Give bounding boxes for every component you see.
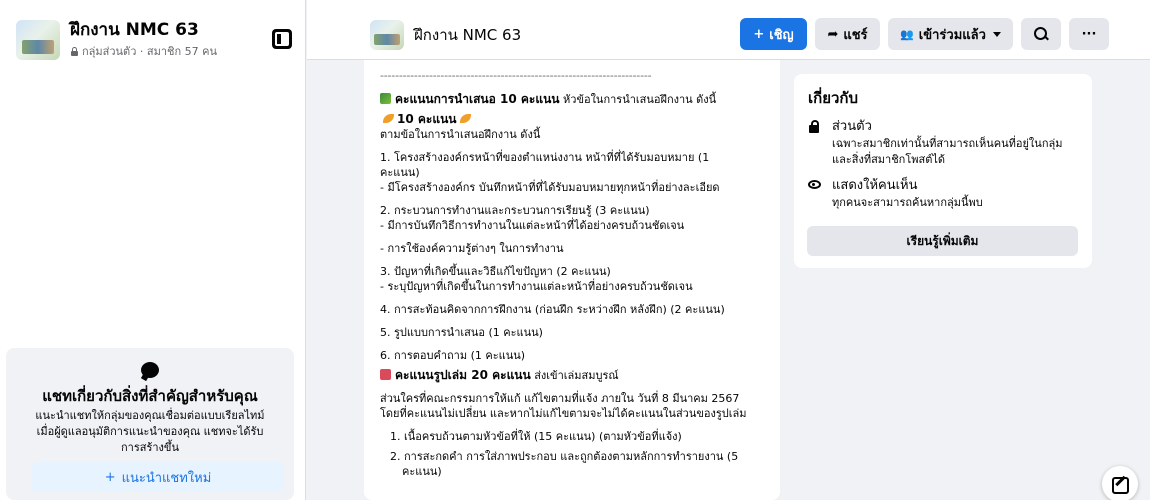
- post-text-line: โดยที่คะแนนไม่เปลี่ยน และหากไม่แก้ไขตามจ…: [380, 407, 747, 420]
- more-options-button[interactable]: ···: [1069, 18, 1109, 50]
- presentation-score-heading: คะแนนการนำเสนอ 10 คะแนน หัวข้อในการนำเสน…: [380, 92, 766, 107]
- report-score-bold: คะแนนรูปเล่ม 20 คะแนน: [395, 368, 531, 382]
- sidebar-group-meta-row: กลุ่มส่วนตัว · สมาชิก 57 คน: [70, 42, 296, 60]
- share-icon: ➦: [827, 26, 839, 42]
- ten-points-bold: 10 คะแนน: [397, 112, 457, 126]
- post-text-line: 1. โครงสร้างองค์กรหน้าที่ของตำแหน่งงาน ห…: [380, 151, 710, 164]
- presentation-score-bold: คะแนนการนำเสนอ 10 คะแนน: [395, 92, 560, 106]
- collapse-sidebar-icon[interactable]: [272, 29, 292, 49]
- post-text-line: 2. กระบวนการทำงานและกระบวนการเรียนรู้ (3…: [380, 204, 650, 217]
- search-icon: [1034, 27, 1048, 41]
- sidebar-group-meta: กลุ่มส่วนตัว · สมาชิก 57 คน: [82, 45, 218, 58]
- group-top-bar: ฝึกงาน NMC 63 + เชิญ ➦ แชร์ 👥 เข้าร่วมแล…: [307, 0, 1150, 60]
- joined-label: เข้าร่วมแล้ว: [918, 27, 986, 43]
- joined-button[interactable]: 👥 เข้าร่วมแล้ว: [888, 18, 1013, 50]
- topbar-actions: + เชิญ ➦ แชร์ 👥 เข้าร่วมแล้ว ···: [740, 18, 1109, 50]
- leaf-emoji-icon: [459, 114, 471, 123]
- ten-points-line: 10 คะแนน: [380, 112, 766, 127]
- eye-icon: [808, 180, 821, 189]
- about-private-title: ส่วนตัว: [832, 119, 872, 134]
- invite-button[interactable]: + เชิญ: [740, 18, 807, 50]
- leaf-emoji-icon: [383, 114, 394, 123]
- post-text-line: 1. เนื้อครบถ้วนตามหัวข้อที่ให้ (15 คะแนน…: [390, 430, 682, 443]
- post-text-line: 5. รูปแบบการนำเสนอ (1 คะแนน): [380, 326, 543, 339]
- about-card: เกี่ยวกับ ส่วนตัว เฉพาะสมาชิกเท่านั้นที่…: [794, 74, 1092, 268]
- more-icon: ···: [1081, 26, 1097, 42]
- about-visible-desc: ทุกคนจะสามารถค้นหากลุ่มนี้พบ: [832, 196, 983, 209]
- sidebar-group-header[interactable]: ฝึกงาน NMC 63 กลุ่มส่วนตัว · สมาชิก 57 ค…: [16, 18, 296, 62]
- left-sidebar: ฝึกงาน NMC 63 กลุ่มส่วนตัว · สมาชิก 57 ค…: [0, 0, 306, 500]
- red-book-emoji-icon: [380, 369, 391, 380]
- chat-promo-box: แชทเกี่ยวกับสิ่งที่สำคัญสำหรับคุณ แนะนำแ…: [6, 348, 294, 500]
- presentation-score-rest: หัวข้อในการนำเสนอฝึกงาน ดังนี้: [559, 93, 717, 106]
- post-text-line: คะแนน): [402, 465, 442, 478]
- group-thumbnail[interactable]: [16, 20, 60, 60]
- new-message-compose-icon[interactable]: [1102, 466, 1138, 500]
- report-score-rest: ส่งเข้าเล่มสมบูรณ์: [530, 369, 619, 382]
- post-text-line: - มีการบันทึกวิธีการทำงานในแต่ละหน้าที่ไ…: [380, 219, 685, 232]
- chevron-down-icon: [992, 31, 1001, 37]
- chat-promo-desc: แนะนำแชทให้กลุ่มของคุณเชื่อมต่อแบบเรียลไ…: [6, 406, 294, 456]
- share-label: แชร์: [843, 27, 868, 43]
- post-text-line: 2. การสะกดคำ การใส่ภาพประกอบ และถูกต้องต…: [390, 450, 739, 463]
- post-text-line: 6. การตอบคำถาม (1 คะแนน): [380, 349, 526, 362]
- about-private-desc: เฉพาะสมาชิกเท่านั้นที่สามารถเห็นคนที่อยู…: [832, 137, 1063, 150]
- chat-bubble-icon: [141, 362, 159, 378]
- search-button[interactable]: [1021, 18, 1061, 50]
- sidebar-group-titles: ฝึกงาน NMC 63 กลุ่มส่วนตัว · สมาชิก 57 ค…: [70, 20, 296, 60]
- plus-icon: +: [753, 26, 765, 42]
- share-button[interactable]: ➦ แชร์: [815, 18, 880, 50]
- green-square-emoji-icon: [380, 93, 391, 104]
- lock-icon: [70, 46, 79, 56]
- post-text-line: คะแนน): [380, 166, 420, 179]
- suggest-chat-button[interactable]: + แนะนำแชทใหม่: [32, 462, 284, 492]
- learn-more-button[interactable]: เรียนรู้เพิ่มเติม: [807, 226, 1078, 256]
- post-text-line: - ระบุปัญหาที่เกิดขึ้นในการทำงานแต่ละหน้…: [380, 280, 693, 293]
- lock-icon: [808, 120, 820, 133]
- chat-promo-desc-line: เมื่อผู้ดูแลอนุมัติการแนะนำของคุณ แชทจะไ…: [36, 425, 264, 438]
- post-text-line: - การใช้องค์ความรู้ต่างๆ ในการทำงาน: [380, 242, 564, 255]
- plus-icon: +: [104, 469, 116, 485]
- suggest-chat-label: แนะนำแชทใหม่: [121, 470, 212, 486]
- about-title: เกี่ยวกับ: [808, 89, 859, 107]
- people-icon: 👥: [900, 27, 914, 41]
- invite-label: เชิญ: [769, 27, 794, 43]
- about-visible-title: แสดงให้คนเห็น: [832, 178, 918, 193]
- post-text-line: - มีโครงสร้างองค์กร บันทึกหน้าที่ที่ได้ร…: [380, 181, 720, 194]
- group-thumbnail[interactable]: [370, 20, 404, 50]
- divider-dashes: ----------------------------------------…: [380, 69, 652, 82]
- report-score-heading: คะแนนรูปเล่ม 20 คะแนน ส่งเข้าเล่มสมบูรณ์: [380, 368, 766, 383]
- post-card: ----------------------------------------…: [364, 60, 780, 500]
- post-text-line: 4. การสะท้อนคิดจากการฝึกงาน (ก่อนฝึก ระห…: [380, 303, 725, 316]
- chat-promo-desc-line: การสร้างขึ้น: [121, 441, 179, 454]
- about-visible-row: แสดงให้คนเห็น ทุกคนจะสามารถค้นหากลุ่มนี้…: [808, 177, 1078, 210]
- post-text-line: ส่วนใครที่คณะกรรมการให้แก้ แก้ไขตามที่แจ…: [380, 392, 740, 405]
- topbar-group[interactable]: ฝึกงาน NMC 63: [370, 20, 521, 50]
- chat-promo-title: แชทเกี่ยวกับสิ่งที่สำคัญสำหรับคุณ: [42, 387, 258, 405]
- post-text-line: ตามข้อในการนำเสนอฝึกงาน ดังนี้: [380, 128, 541, 141]
- sidebar-group-name[interactable]: ฝึกงาน NMC 63: [70, 20, 296, 40]
- about-private-desc: และสิ่งที่สมาชิกโพสต์ได้: [832, 153, 946, 166]
- about-private-row: ส่วนตัว เฉพาะสมาชิกเท่านั้นที่สามารถเห็น…: [808, 118, 1078, 167]
- post-text-line: 3. ปัญหาที่เกิดขึ้นและวิธีแก้ไขปัญหา (2 …: [380, 265, 611, 278]
- topbar-group-name[interactable]: ฝึกงาน NMC 63: [414, 23, 521, 47]
- chat-promo-desc-line: แนะนำแชทให้กลุ่มของคุณเชื่อมต่อแบบเรียลไ…: [35, 409, 265, 422]
